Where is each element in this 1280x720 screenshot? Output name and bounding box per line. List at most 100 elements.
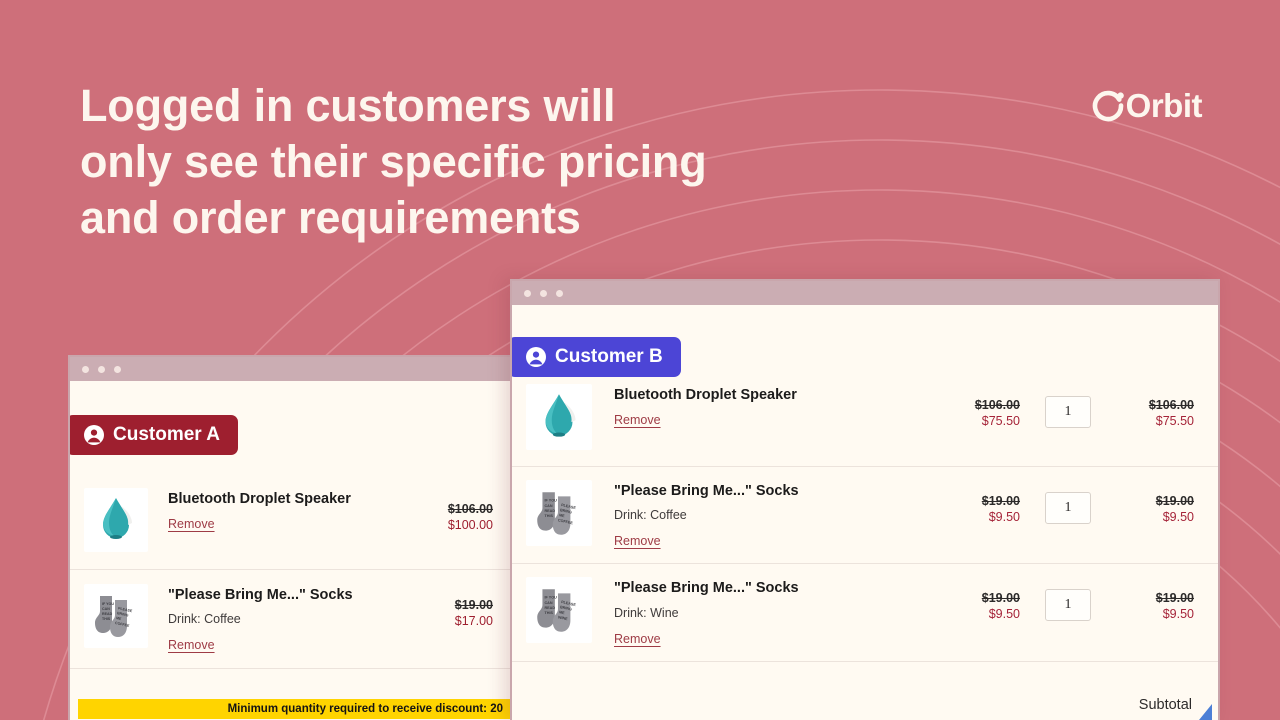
- table-row: IF YOU CAN READ THIS PLEASE BRING ME COF…: [512, 467, 1218, 565]
- line-total-original: $19.00: [1155, 591, 1194, 606]
- line-total-group: $19.00 $9.50: [1116, 577, 1194, 622]
- product-price-group: $19.00 $9.50: [982, 480, 1020, 525]
- account-circle-icon: [84, 425, 104, 445]
- svg-text:CAN: CAN: [545, 601, 553, 605]
- svg-text:READ: READ: [102, 612, 113, 616]
- table-row: IF YOU CAN READ THIS PLEASE BRING ME WIN…: [512, 564, 1218, 662]
- product-variant: Drink: Wine: [614, 605, 679, 620]
- price-original: $19.00: [981, 591, 1020, 606]
- customer-a-badge-label: Customer A: [113, 424, 220, 445]
- minimum-quantity-notice: Minimum quantity required to receive dis…: [78, 699, 511, 719]
- window-titlebar: [512, 281, 1218, 305]
- window-maximize-dot[interactable]: [114, 365, 121, 373]
- brand-name: Orbit: [1125, 86, 1203, 124]
- line-total-discounted: $9.50: [1162, 607, 1194, 621]
- window-content: Customer B Bluetooth Droplet Speaker Rem…: [512, 305, 1218, 720]
- product-thumbnail: IF YOU CAN READ THIS PLEASE BRING ME COF…: [84, 584, 148, 648]
- gray-socks-thumbnail: IF YOU CAN READ THIS PLEASE BRING ME WIN…: [537, 589, 577, 633]
- price-discounted: $9.50: [988, 509, 1020, 524]
- gray-socks-thumbnail: IF YOU CAN READ THIS PLEASE BRING ME COF…: [537, 492, 577, 535]
- product-thumbnail: IF YOU CAN READ THIS PLEASE BRING ME WIN…: [526, 577, 592, 644]
- line-total-original: $106.00: [1148, 398, 1194, 412]
- window-titlebar: [70, 357, 511, 381]
- price-discounted: $9.50: [988, 607, 1020, 621]
- line-total-group: $106.00 $75.50: [1116, 384, 1194, 429]
- product-title: Bluetooth Droplet Speaker: [614, 387, 797, 403]
- customer-b-badge-label: Customer B: [555, 346, 663, 367]
- customer-b-window: Customer B Bluetooth Droplet Speaker Rem…: [510, 279, 1220, 720]
- product-price-group: $19.00 $9.50: [982, 577, 1020, 622]
- product-title: "Please Bring Me..." Socks: [614, 483, 799, 499]
- svg-text:THIS: THIS: [545, 514, 554, 518]
- quantity-input[interactable]: [1045, 396, 1091, 428]
- brand-logo: Orbit: [1091, 85, 1203, 125]
- orbit-ring-icon: [1092, 90, 1124, 122]
- window-minimize-dot[interactable]: [98, 365, 105, 373]
- line-total-original: $19.00: [1155, 494, 1194, 508]
- teal-droplet-speaker-thumbnail: [103, 498, 132, 539]
- remove-link[interactable]: Remove: [614, 534, 661, 548]
- window-close-dot[interactable]: [82, 365, 89, 373]
- product-title: "Please Bring Me..." Socks: [168, 587, 353, 603]
- svg-text:CAN: CAN: [545, 504, 553, 508]
- table-row: IF YOU CAN READ THIS PLEASE BRING ME COF…: [70, 570, 511, 670]
- svg-text:IF YOU: IF YOU: [545, 596, 558, 600]
- product-variant: Drink: Coffee: [168, 612, 241, 627]
- customer-a-badge: Customer A: [70, 415, 238, 455]
- product-title: Bluetooth Droplet Speaker: [168, 491, 351, 507]
- svg-text:THIS: THIS: [102, 617, 111, 621]
- customer-b-cart-list: Bluetooth Droplet Speaker Remove $106.00…: [512, 371, 1218, 662]
- customer-a-cart-list: Bluetooth Droplet Speaker Remove $106.00…: [70, 474, 511, 670]
- price-discounted: $75.50: [981, 413, 1020, 428]
- price-original: $106.00: [447, 502, 493, 516]
- remove-link[interactable]: Remove: [614, 632, 661, 646]
- product-price-group: $106.00 $100.00: [448, 488, 493, 533]
- table-row: Bluetooth Droplet Speaker Remove $106.00…: [512, 371, 1218, 467]
- subtotal-label: Subtotal: [1138, 697, 1192, 713]
- product-price-group: $19.00 $17.00: [455, 584, 493, 629]
- price-original: $106.00: [974, 398, 1020, 412]
- price-discounted: $17.00: [454, 613, 493, 628]
- svg-text:IF YOU: IF YOU: [545, 499, 558, 503]
- customer-a-window: Customer A Bluetooth Droplet Speaker Rem…: [68, 355, 513, 720]
- page-headline: Logged in customers will only see their …: [80, 80, 707, 243]
- quantity-input[interactable]: [1045, 492, 1091, 524]
- remove-link[interactable]: Remove: [168, 517, 215, 531]
- window-close-dot[interactable]: [524, 289, 531, 297]
- corner-accent-triangle: [1199, 704, 1212, 720]
- teal-droplet-speaker-thumbnail: [545, 394, 576, 437]
- window-maximize-dot[interactable]: [556, 289, 563, 297]
- product-thumbnail: [526, 384, 592, 450]
- table-row: Bluetooth Droplet Speaker Remove $106.00…: [70, 474, 511, 570]
- product-title: "Please Bring Me..." Socks: [614, 580, 799, 597]
- svg-text:IF YOU: IF YOU: [102, 602, 114, 606]
- price-original: $19.00: [981, 494, 1020, 508]
- line-total-group: $19.00 $9.50: [1116, 480, 1194, 525]
- price-discounted: $100.00: [447, 517, 493, 532]
- price-original: $19.00: [454, 598, 493, 612]
- line-total-discounted: $75.50: [1155, 413, 1194, 428]
- window-content: Customer A Bluetooth Droplet Speaker Rem…: [70, 381, 511, 720]
- svg-text:CAN: CAN: [102, 607, 110, 611]
- svg-text:THIS: THIS: [545, 612, 554, 616]
- product-info: Bluetooth Droplet Speaker Remove: [592, 384, 975, 429]
- product-thumbnail: [84, 488, 148, 552]
- product-info: "Please Bring Me..." Socks Drink: Coffee…: [592, 480, 982, 550]
- quantity-cell: [1020, 480, 1116, 524]
- svg-text:READ: READ: [545, 509, 556, 513]
- product-thumbnail: IF YOU CAN READ THIS PLEASE BRING ME COF…: [526, 480, 592, 546]
- svg-text:READ: READ: [545, 606, 556, 610]
- quantity-cell: [1020, 577, 1116, 622]
- product-info: "Please Bring Me..." Socks Drink: Coffee…: [148, 584, 455, 654]
- gray-socks-thumbnail: IF YOU CAN READ THIS PLEASE BRING ME COF…: [95, 596, 133, 637]
- product-price-group: $106.00 $75.50: [975, 384, 1020, 429]
- account-circle-icon: [526, 347, 546, 367]
- line-total-discounted: $9.50: [1162, 509, 1194, 524]
- remove-link[interactable]: Remove: [168, 638, 215, 652]
- product-info: Bluetooth Droplet Speaker Remove: [148, 488, 448, 533]
- window-minimize-dot[interactable]: [540, 289, 547, 297]
- product-variant: Drink: Coffee: [614, 508, 687, 523]
- remove-link[interactable]: Remove: [614, 413, 661, 427]
- quantity-input[interactable]: [1045, 589, 1091, 622]
- quantity-cell: [1020, 384, 1116, 428]
